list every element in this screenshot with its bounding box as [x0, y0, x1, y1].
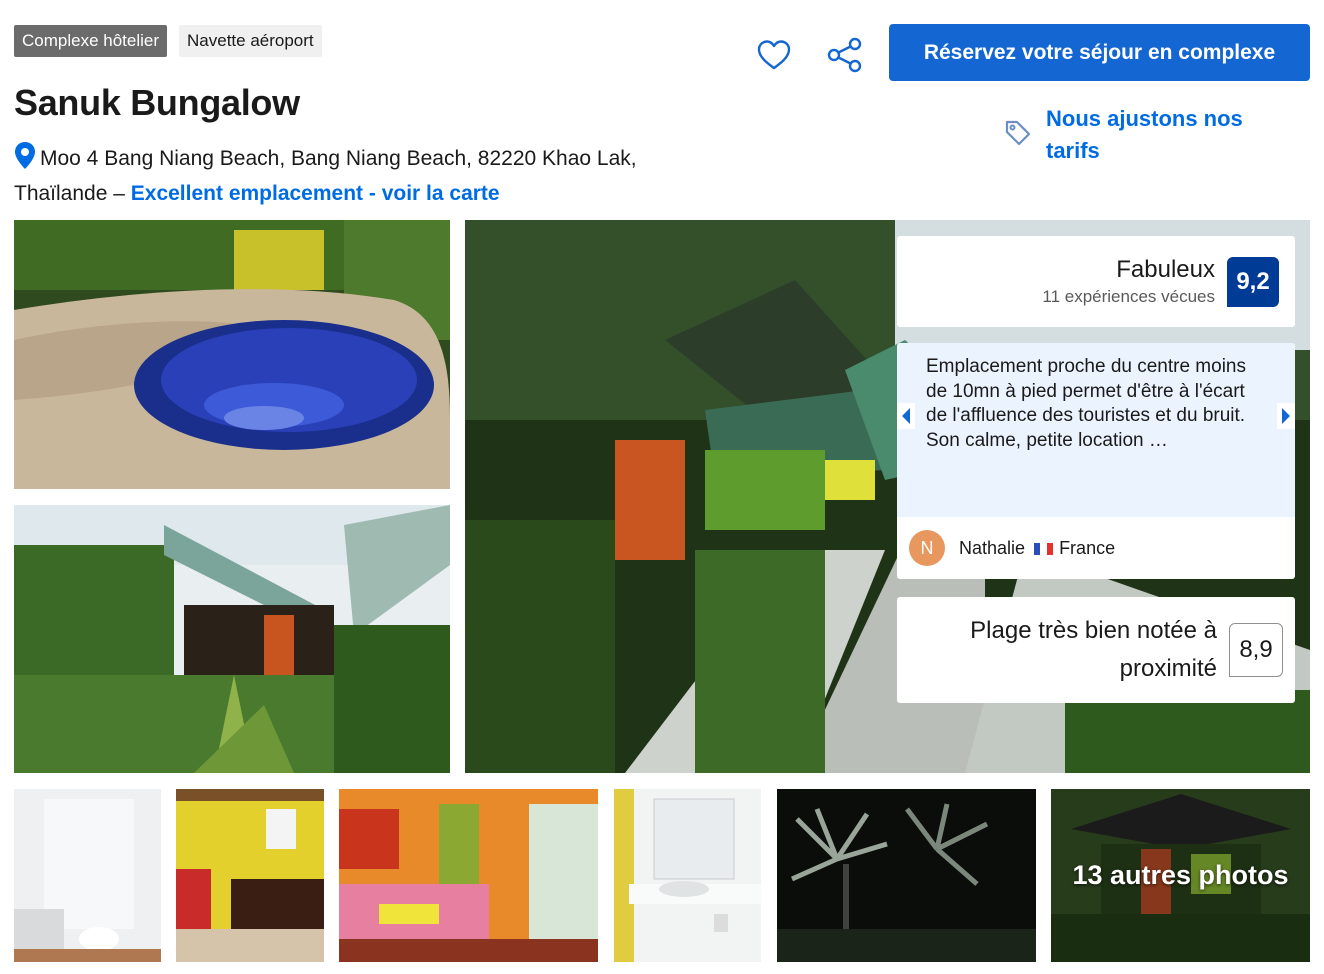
author-name: Nathalie: [959, 537, 1026, 558]
bedroom-image: [339, 789, 598, 962]
property-title: Sanuk Bungalow: [14, 82, 300, 123]
review-count: 11 expériences vécues: [1042, 286, 1215, 306]
review-score-label: Fabuleux 11 expériences vécues: [1042, 255, 1215, 309]
show-map-link[interactable]: Excellent emplacement - voir la carte: [131, 182, 500, 205]
property-type-badge: Complexe hôtelier: [14, 25, 168, 57]
share-button[interactable]: [823, 33, 867, 77]
author-info: Nathalie France: [959, 538, 1115, 559]
beach-rating-card: Plage très bien notée à proximité 8,9: [897, 597, 1295, 703]
review-quote: Emplacement proche du centre moins de 10…: [897, 343, 1295, 517]
photo-thumb-bathroom[interactable]: [14, 789, 161, 962]
heart-icon: [757, 40, 791, 70]
kitchen-image: [176, 789, 324, 962]
photo-thumb-palms-night[interactable]: [777, 789, 1036, 962]
bungalow-image: [14, 505, 450, 773]
photo-pool[interactable]: [14, 220, 450, 489]
pool-image: [14, 220, 450, 489]
photo-bungalow[interactable]: [14, 505, 450, 773]
price-tag-icon: [1005, 120, 1031, 146]
photo-thumb-kitchen[interactable]: [176, 789, 324, 962]
photo-thumb-bedroom[interactable]: [339, 789, 598, 962]
save-to-wishlist-button[interactable]: [752, 33, 796, 77]
beach-rating-score: 8,9: [1229, 623, 1283, 677]
chevron-right-icon: [1277, 403, 1295, 429]
avatar: N: [909, 530, 945, 566]
palms-night-image: [777, 789, 1036, 962]
review-score-card[interactable]: Fabuleux 11 expériences vécues 9,2: [897, 236, 1295, 327]
previous-review-button[interactable]: [897, 403, 915, 429]
photo-thumb-washbasin[interactable]: [614, 789, 761, 962]
beach-rating-label: Plage très bien notée à proximité: [970, 617, 1217, 682]
chevron-left-icon: [897, 403, 915, 429]
price-match-link[interactable]: Nous ajustons nos tarifs: [1004, 103, 1276, 167]
property-address: Moo 4 Bang Niang Beach, Bang Niang Beach…: [14, 141, 734, 211]
airport-shuttle-badge: Navette aéroport: [179, 25, 322, 57]
reserve-button[interactable]: Réservez votre séjour en complexe: [889, 24, 1310, 81]
washbasin-image: [614, 789, 761, 962]
author-country: France: [1059, 537, 1116, 558]
featured-review-card[interactable]: Emplacement proche du centre moins de 10…: [897, 343, 1295, 579]
map-pin-icon: [15, 142, 35, 169]
badge-row: Complexe hôtelier Navette aéroport: [14, 25, 322, 57]
next-review-button[interactable]: [1277, 403, 1295, 429]
review-author: N Nathalie France: [897, 517, 1295, 579]
more-photos-label: 13 autres photos: [1051, 789, 1310, 962]
review-score-badge: 9,2: [1227, 256, 1279, 307]
rating-word: Fabuleux: [1116, 255, 1215, 283]
france-flag-icon: [1034, 542, 1054, 555]
photo-thumb-more[interactable]: 13 autres photos: [1051, 789, 1310, 962]
bathroom-image: [14, 789, 161, 962]
share-icon: [827, 37, 862, 73]
price-match-text: Nous ajustons nos tarifs: [1046, 106, 1243, 163]
